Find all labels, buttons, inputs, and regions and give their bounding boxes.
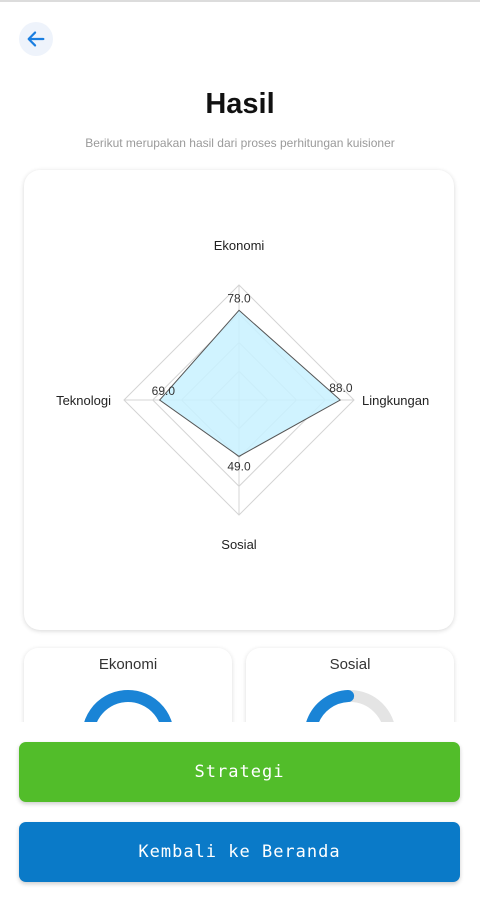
radar-axis-label: Sosial [221,537,257,552]
radar-chart: Ekonomi Lingkungan Sosial Teknologi 78.0 88.0… [56,238,429,552]
radar-axis-label: Teknologi [56,393,111,408]
strategi-button[interactable]: Strategi [19,742,460,802]
radar-value-label: 78.0 [227,291,251,305]
radar-value-label: 88.0 [329,381,353,395]
top-divider [0,0,480,2]
radar-value-label: 49.0 [227,459,251,473]
radar-chart-card: Ekonomi Lingkungan Sosial Teknologi 78.0 88.0… [24,170,454,630]
back-button[interactable] [19,22,53,56]
radar-axis-label: Lingkungan [362,393,429,408]
radar-axis-label: Ekonomi [214,238,265,253]
arrow-left-icon [25,28,47,50]
page-subtitle: Berikut merupakan hasil dari proses perh… [85,136,395,150]
radar-value-label: 69.0 [152,384,176,398]
home-button[interactable]: Kembali ke Beranda [19,822,460,882]
page-title: Hasil [205,88,275,120]
